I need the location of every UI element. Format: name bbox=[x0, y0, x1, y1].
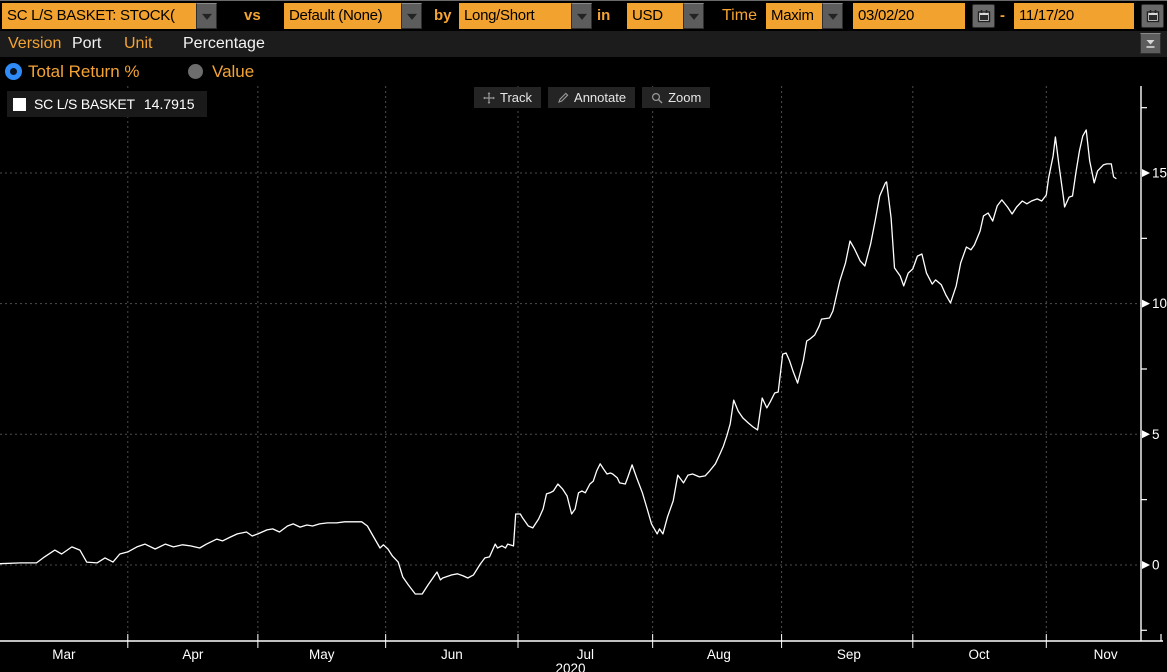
y-tick-label: 0 bbox=[1152, 557, 1160, 572]
in-label: in bbox=[597, 1, 610, 31]
start-date-calendar-icon[interactable] bbox=[972, 4, 995, 28]
chevron-down-icon bbox=[1145, 38, 1156, 49]
currency-dropdown-arrow-icon[interactable] bbox=[683, 3, 704, 29]
series-line bbox=[0, 130, 1116, 594]
track-button[interactable]: Track bbox=[474, 87, 541, 108]
zoom-magnifier-icon bbox=[651, 92, 663, 104]
chart-plot-area[interactable]: 0 5 10 15 Mar Apr May Jun Jul Aug Sep Oct Nov 2020 bbox=[0, 86, 1167, 672]
x-tick-label: Sep bbox=[837, 647, 861, 662]
zoom-button[interactable]: Zoom bbox=[642, 87, 710, 108]
annotate-button-label: Annotate bbox=[574, 90, 626, 105]
x-tick-label: Apr bbox=[182, 647, 204, 662]
end-date-field[interactable]: 11/17/20 bbox=[1014, 3, 1134, 29]
view-toggle-row: Total Return % Value bbox=[0, 57, 1167, 86]
annotate-pencil-icon bbox=[557, 92, 569, 104]
y-tick-arrow-icon bbox=[1142, 430, 1150, 438]
x-tick-label: May bbox=[309, 647, 335, 662]
security-dropdown-arrow-icon[interactable] bbox=[196, 3, 217, 29]
y-tick-label: 10 bbox=[1152, 296, 1167, 311]
menu-item-unit[interactable]: Unit bbox=[124, 31, 152, 57]
x-tick-label: Oct bbox=[968, 647, 989, 662]
value-radio[interactable] bbox=[188, 64, 203, 79]
vs-label: vs bbox=[244, 1, 261, 31]
total-return-radio-label[interactable]: Total Return % bbox=[28, 57, 140, 86]
legend-item[interactable]: SC L/S BASKET 14.7915 bbox=[7, 91, 207, 117]
y-tick-arrow-icon bbox=[1142, 169, 1150, 177]
x-tick-label: Jun bbox=[441, 647, 463, 662]
end-date-calendar-icon[interactable] bbox=[1141, 4, 1164, 28]
x-tick-label: Mar bbox=[52, 647, 76, 662]
y-tick-arrow-icon bbox=[1142, 300, 1150, 308]
x-tick-label: Aug bbox=[707, 647, 731, 662]
currency-dropdown[interactable]: USD bbox=[627, 3, 683, 29]
zoom-button-label: Zoom bbox=[668, 90, 701, 105]
y-tick-arrow-icon bbox=[1142, 561, 1150, 569]
chart-area: 0 5 10 15 Mar Apr May Jun Jul Aug Sep Oct Nov 2020 SC… bbox=[0, 86, 1167, 672]
y-tick-label: 15 bbox=[1152, 166, 1167, 181]
series-name: SC L/S BASKET bbox=[34, 96, 135, 112]
date-separator: - bbox=[1000, 1, 1005, 31]
y-tick-label: 5 bbox=[1152, 427, 1160, 442]
benchmark-dropdown[interactable]: Default (None) bbox=[284, 3, 401, 29]
menu-item-percentage[interactable]: Percentage bbox=[183, 31, 265, 57]
start-date-field[interactable]: 03/02/20 bbox=[853, 3, 965, 29]
menu-item-port[interactable]: Port bbox=[72, 31, 101, 57]
track-button-label: Track bbox=[500, 90, 532, 105]
menu-item-version[interactable]: Version bbox=[8, 31, 61, 57]
panel-dropdown-button[interactable] bbox=[1140, 33, 1161, 54]
security-dropdown[interactable]: SC L/S BASKET: STOCK( bbox=[2, 3, 196, 29]
x-tick-label: Nov bbox=[1094, 647, 1118, 662]
bloomberg-chart-window: SC L/S BASKET: STOCK( vs Default (None) … bbox=[0, 0, 1167, 672]
menu-strip: Version Port Unit Percentage bbox=[0, 31, 1167, 57]
series-last-value: 14.7915 bbox=[144, 96, 195, 112]
annotate-button[interactable]: Annotate bbox=[548, 87, 635, 108]
time-range-dropdown-arrow-icon[interactable] bbox=[822, 3, 843, 29]
x-tick-label: Jul bbox=[577, 647, 594, 662]
chart-toolbar: Track Annotate Zoom bbox=[474, 87, 717, 108]
calendar-glyph bbox=[977, 9, 991, 23]
x-axis-year-label: 2020 bbox=[555, 661, 585, 672]
time-range-dropdown[interactable]: Maxim bbox=[766, 3, 822, 29]
total-return-radio[interactable] bbox=[5, 63, 22, 80]
time-label: Time bbox=[722, 1, 757, 31]
grouping-dropdown-arrow-icon[interactable] bbox=[571, 3, 592, 29]
grouping-dropdown[interactable]: Long/Short bbox=[459, 3, 571, 29]
value-radio-label[interactable]: Value bbox=[212, 57, 254, 86]
by-label: by bbox=[434, 1, 452, 31]
series-swatch bbox=[13, 98, 26, 111]
calendar-glyph bbox=[1146, 9, 1160, 23]
control-toolbar: SC L/S BASKET: STOCK( vs Default (None) … bbox=[0, 1, 1167, 31]
track-crosshair-icon bbox=[483, 92, 495, 104]
benchmark-dropdown-arrow-icon[interactable] bbox=[401, 3, 422, 29]
